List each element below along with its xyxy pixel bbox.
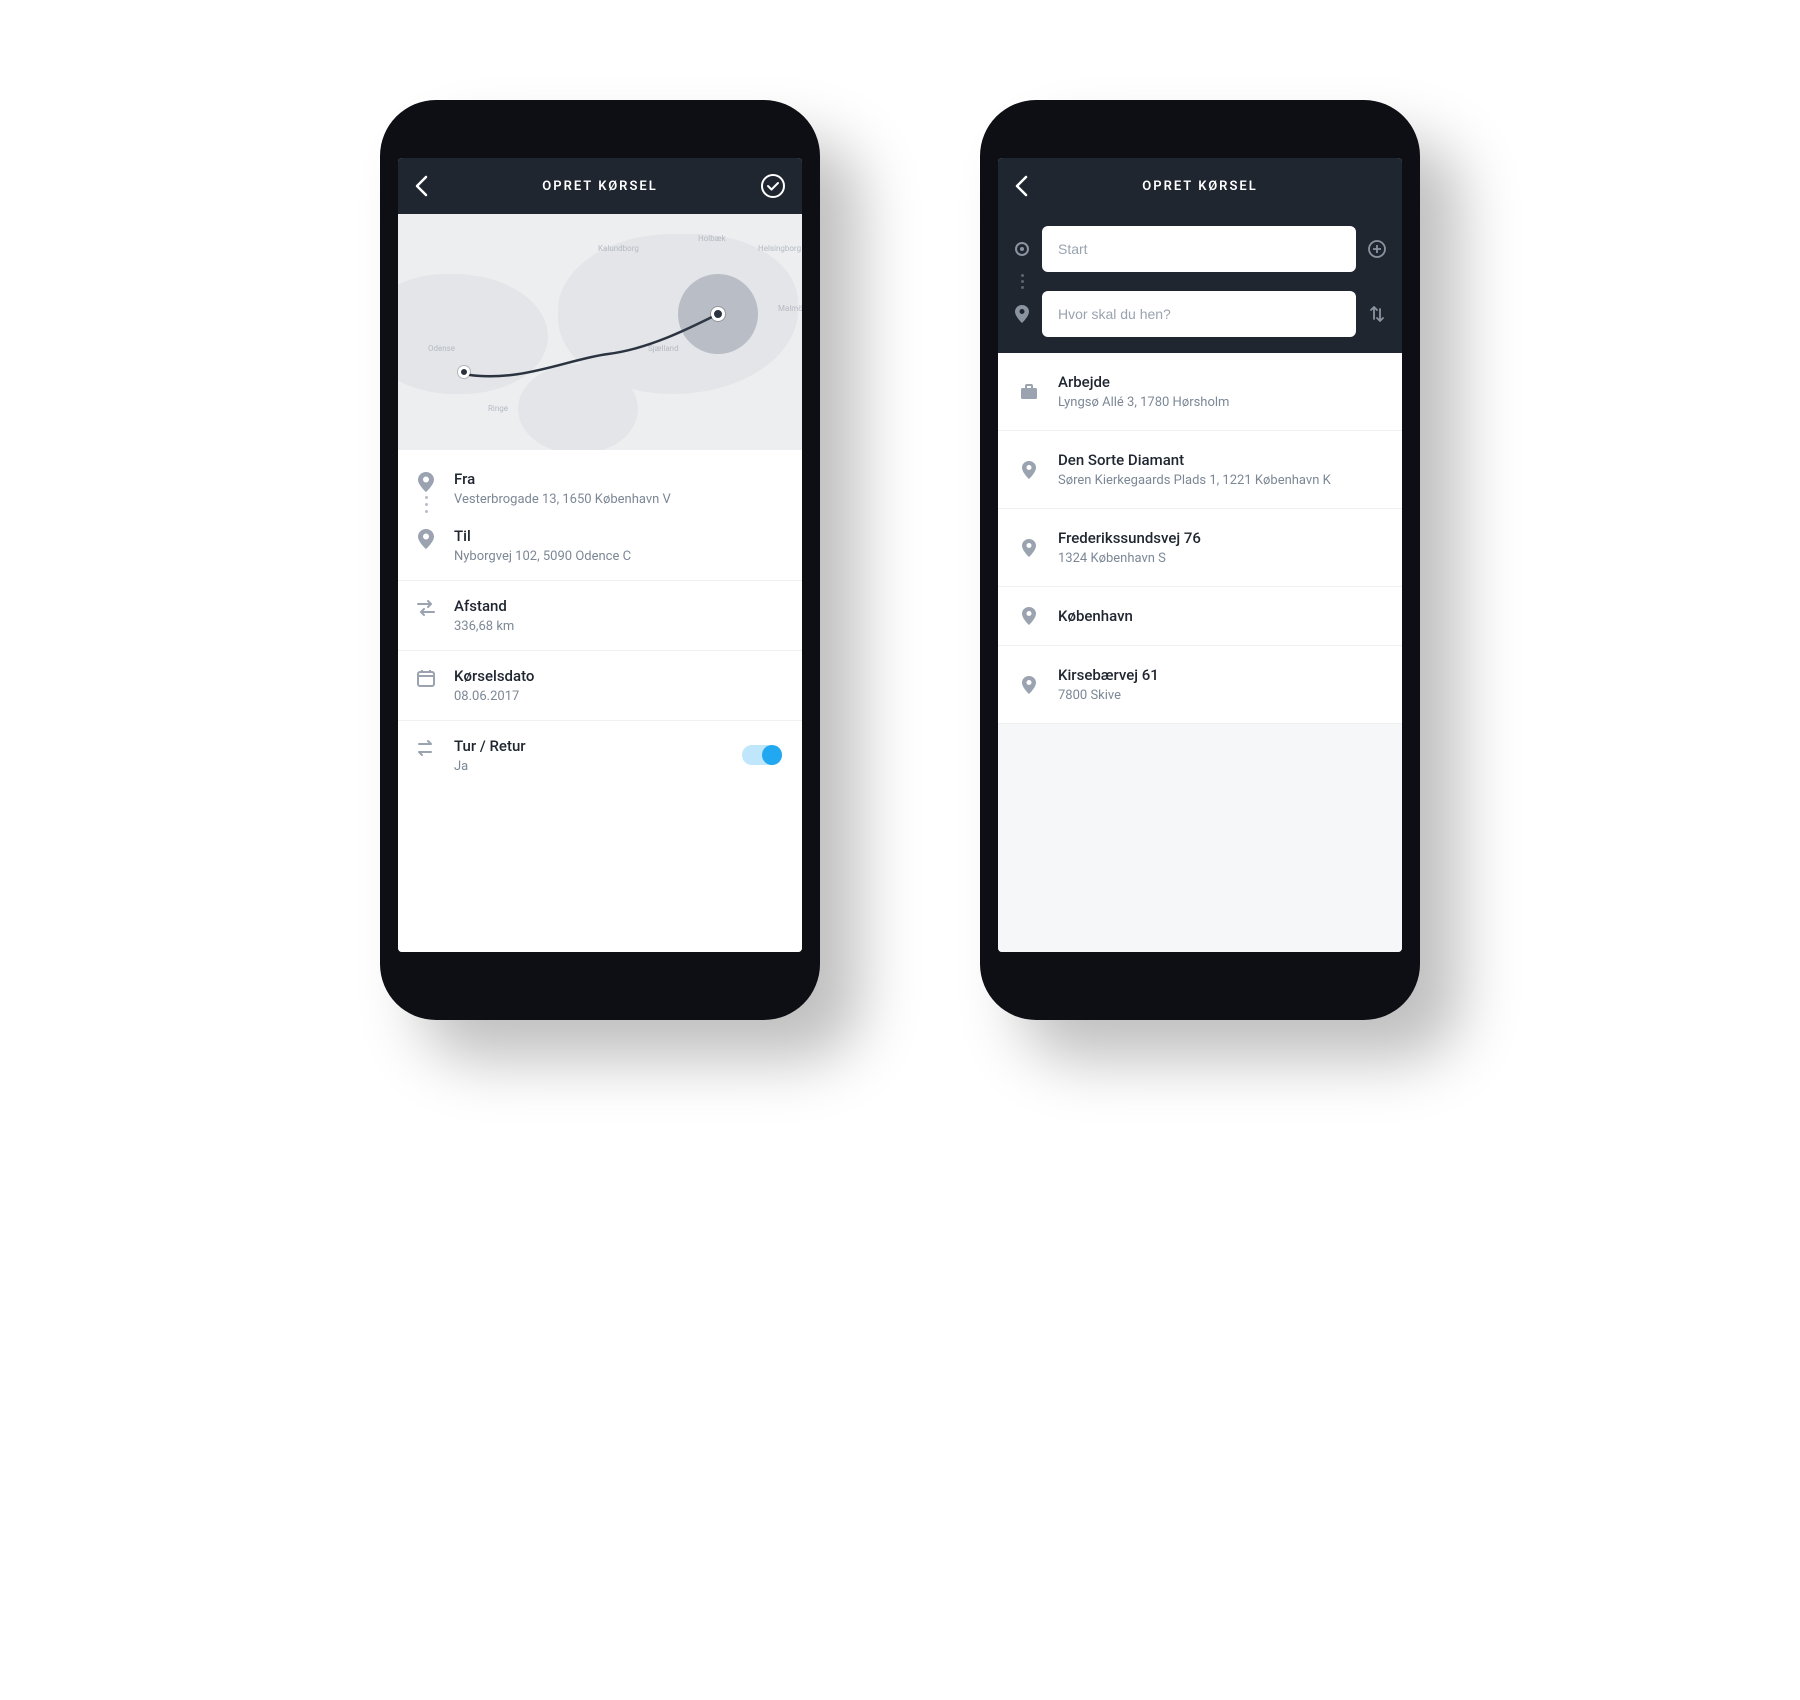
swap-icon [414,737,438,757]
screen: OPRET KØRSEL Kalundborg Holbæk Helsingbo… [398,158,802,952]
from-to-section: Fra Vesterbrogade 13, 1650 København V T… [398,450,802,581]
swap-route-button[interactable] [1366,304,1388,324]
date-label: Kørselsdato [454,667,782,685]
roundtrip-label: Tur / Retur [454,737,726,755]
phone-left: OPRET KØRSEL Kalundborg Holbæk Helsingbo… [380,100,820,1020]
suggestion-row[interactable]: København [998,587,1402,646]
to-label: Til [454,527,631,545]
distance-icon [414,597,438,617]
swap-vertical-icon [1368,304,1386,324]
to-row[interactable]: Til Nyborgvej 102, 5090 Odence C [414,527,782,564]
suggestion-subtitle: 7800 Skive [1058,688,1159,703]
page-title: OPRET KØRSEL [398,179,802,194]
suggestion-title: Arbejde [1058,373,1229,391]
briefcase-icon [1018,384,1040,400]
destination-marker-icon [1012,305,1032,323]
suggestion-title: Kirsebærvej 61 [1058,666,1159,684]
route-input-panel [998,214,1402,353]
pin-icon [1018,539,1040,557]
from-label: Fra [454,470,671,488]
pin-icon [1018,461,1040,479]
distance-label: Afstand [454,597,782,615]
from-row[interactable]: Fra Vesterbrogade 13, 1650 København V [414,470,782,517]
suggestion-row[interactable]: Arbejde Lyngsø Allé 3, 1780 Hørsholm [998,353,1402,431]
suggestion-title: Den Sorte Diamant [1058,451,1331,469]
route-map[interactable]: Kalundborg Holbæk Helsingborg Sjælland O… [398,214,802,450]
origin-pin-icon [458,366,470,378]
pin-icon [418,529,434,549]
calendar-icon [414,667,438,687]
suggestion-row[interactable]: Frederikssundsvej 76 1324 København S [998,509,1402,587]
date-value: 08.06.2017 [454,689,782,704]
plus-circle-icon [1367,239,1387,259]
pin-icon [418,472,434,492]
suggestion-title: København [1058,607,1133,625]
roundtrip-toggle[interactable] [742,745,782,765]
page-title: OPRET KØRSEL [998,179,1402,194]
distance-value: 336,68 km [454,619,782,634]
roundtrip-row: Tur / Retur Ja [398,721,802,790]
suggestion-subtitle: Søren Kierkegaards Plads 1, 1221 Københa… [1058,473,1331,488]
date-row[interactable]: Kørselsdato 08.06.2017 [398,651,802,721]
destination-pin-icon [711,307,725,321]
screen: OPRET KØRSEL [998,158,1402,952]
destination-input[interactable] [1042,291,1356,337]
origin-marker-icon [1012,241,1032,257]
phone-right: OPRET KØRSEL [980,100,1420,1020]
suggestion-subtitle: 1324 København S [1058,551,1201,566]
suggestion-row[interactable]: Kirsebærvej 61 7800 Skive [998,646,1402,724]
add-stop-button[interactable] [1366,239,1388,259]
app-header: OPRET KØRSEL [398,158,802,214]
route-connector-dots [1012,274,1032,289]
roundtrip-value: Ja [454,759,726,774]
suggestion-subtitle: Lyngsø Allé 3, 1780 Hørsholm [1058,395,1229,410]
start-input[interactable] [1042,226,1356,272]
app-header: OPRET KØRSEL [998,158,1402,214]
from-address: Vesterbrogade 13, 1650 København V [454,492,671,507]
trip-details-list: Fra Vesterbrogade 13, 1650 København V T… [398,450,802,952]
suggestions-list: Arbejde Lyngsø Allé 3, 1780 Hørsholm Den S… [998,353,1402,952]
to-address: Nyborgvej 102, 5090 Odence C [454,549,631,564]
distance-row: Afstand 336,68 km [398,581,802,651]
suggestion-title: Frederikssundsvej 76 [1058,529,1201,547]
suggestion-row[interactable]: Den Sorte Diamant Søren Kierkegaards Plad… [998,431,1402,509]
pin-icon [1018,607,1040,625]
pin-icon [1018,676,1040,694]
